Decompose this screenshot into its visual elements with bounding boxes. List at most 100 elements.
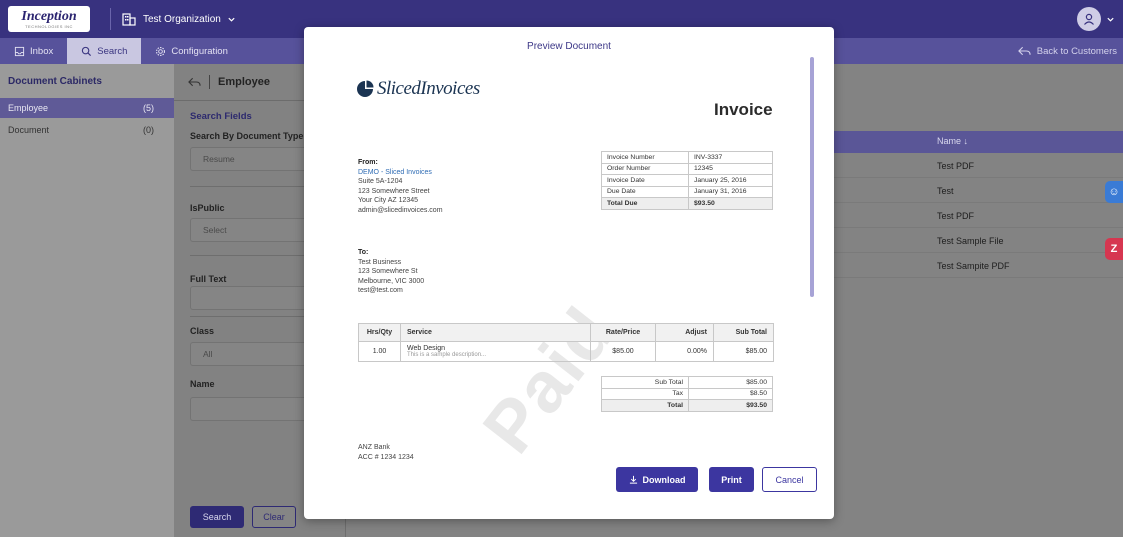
- meta-label: Invoice Number: [601, 151, 689, 164]
- meta-value: INV-3337: [688, 151, 773, 164]
- full-text-label: Full Text: [190, 274, 227, 284]
- bank-name: ANZ Bank: [358, 444, 390, 451]
- download-label: Download: [642, 474, 686, 485]
- brand-logo: SlicedInvoices: [356, 78, 480, 100]
- from-email: admin@slicedinvoices.com: [358, 206, 443, 214]
- line-items-table: Hrs/Qty Service Rate/Price Adjust Sub To…: [358, 323, 774, 362]
- invoice-meta-table: Invoice Number INV-3337 Order Number 12345…: [601, 151, 773, 210]
- table-cell-name: Test PDF: [937, 161, 975, 171]
- from-company[interactable]: DEMO - Sliced Invoices: [358, 168, 443, 178]
- totals-label: Tax: [601, 387, 689, 400]
- column-header: Service: [400, 323, 591, 342]
- totals-row: Sub Total $85.00: [601, 376, 773, 389]
- back-to-customers-label: Back to Customers: [1036, 45, 1117, 57]
- print-button[interactable]: Print: [709, 467, 754, 492]
- logo-subtext: TECHNOLOGIES INC: [25, 23, 73, 29]
- sidebar-item-count: (5): [143, 103, 154, 113]
- line-item-row: 1.00 Web Design This is a sample descript…: [358, 341, 774, 362]
- preview-document-modal: Preview Document Paid SlicedInvoices Inv…: [304, 27, 834, 519]
- user-menu[interactable]: [1077, 7, 1115, 31]
- totals-value: $85.00: [688, 376, 773, 389]
- to-line: Test Business: [358, 258, 402, 266]
- invoice-heading: Invoice: [714, 100, 773, 119]
- organization-name: Test Organization: [143, 13, 221, 25]
- column-header: Rate/Price: [590, 323, 656, 342]
- item-service-name: Web Design: [407, 345, 446, 352]
- meta-label: Order Number: [601, 162, 689, 175]
- chevron-down-icon: [1107, 17, 1114, 22]
- item-adjust: 0.00%: [655, 341, 714, 362]
- totals-label: Total: [601, 399, 689, 412]
- to-line: Melbourne, VIC 3000: [358, 277, 425, 285]
- download-button[interactable]: Download: [616, 467, 698, 492]
- meta-value: 12345: [688, 162, 773, 175]
- totals-row: Total $93.50: [601, 399, 773, 412]
- item-service: Web Design This is a sample description..…: [400, 341, 591, 362]
- totals-value: $93.50: [688, 399, 773, 412]
- totals-row: Tax $8.50: [601, 387, 773, 400]
- app-logo[interactable]: Inception TECHNOLOGIES INC: [8, 6, 90, 32]
- tab-search[interactable]: Search: [67, 38, 142, 64]
- meta-label: Total Due: [601, 197, 689, 210]
- meta-row: Total Due $93.50: [601, 197, 773, 210]
- user-icon[interactable]: [1077, 7, 1101, 31]
- meta-value: January 31, 2016: [688, 185, 773, 198]
- from-line: 123 Somewhere Street: [358, 187, 430, 195]
- brand-name: SlicedInvoices: [377, 78, 480, 99]
- back-arrow-icon: [1017, 46, 1031, 56]
- assistant-icon[interactable]: ☺: [1105, 181, 1123, 203]
- meta-row: Invoice Number INV-3337: [601, 151, 773, 164]
- ispublic-value: Select: [203, 225, 227, 235]
- search-button[interactable]: Search: [190, 506, 244, 528]
- from-address: From: DEMO - Sliced Invoices Suite 5A-12…: [358, 158, 443, 215]
- bank-account: ACC # 1234 1234: [358, 453, 414, 461]
- column-header: Adjust: [655, 323, 714, 342]
- totals-table: Sub Total $85.00 Tax $8.50 Total $93.50: [601, 376, 773, 412]
- panel-title: Employee: [218, 76, 270, 88]
- gear-icon: [156, 46, 166, 56]
- item-description: This is a sample description...: [407, 352, 487, 358]
- logo-text: Inception: [21, 8, 77, 24]
- tab-inbox[interactable]: Inbox: [0, 38, 67, 64]
- name-column-header[interactable]: Name ↓: [937, 136, 968, 146]
- back-to-customers-link[interactable]: Back to Customers: [1017, 38, 1117, 64]
- search-fields-title: Search Fields: [190, 111, 252, 122]
- invoice-document: Paid SlicedInvoices Invoice From: DEMO -…: [304, 27, 834, 519]
- line-items-header: Hrs/Qty Service Rate/Price Adjust Sub To…: [358, 323, 774, 342]
- bank-details: ANZ Bank ACC # 1234 1234: [358, 443, 414, 462]
- chevron-down-icon: [228, 17, 235, 22]
- search-by-doc-type-label: Search By Document Type: [190, 131, 304, 141]
- meta-row: Invoice Date January 25, 2016: [601, 174, 773, 187]
- tab-inbox-label: Inbox: [30, 45, 54, 57]
- pie-logo-icon: [357, 80, 374, 97]
- document-cabinets-sidebar: Document Cabinets Employee (5) Document …: [0, 64, 174, 537]
- to-heading: To:: [358, 249, 369, 256]
- meta-label: Due Date: [601, 185, 689, 198]
- table-cell-name: Test Sampite PDF: [937, 261, 1010, 271]
- sidebar-item-employee[interactable]: Employee (5): [0, 98, 174, 118]
- tab-configuration[interactable]: Configuration: [141, 38, 242, 64]
- totals-value: $8.50: [688, 387, 773, 400]
- clear-button[interactable]: Clear: [252, 506, 296, 528]
- divider: [209, 75, 210, 89]
- sidebar-title: Document Cabinets: [8, 76, 102, 87]
- meta-value: January 25, 2016: [688, 174, 773, 187]
- back-icon[interactable]: [188, 77, 201, 87]
- class-value: All: [203, 349, 213, 359]
- to-address: To: Test Business 123 Somewhere St Melbo…: [358, 248, 424, 296]
- download-icon: [629, 475, 637, 484]
- item-rate: $85.00: [590, 341, 656, 362]
- panel-header: Employee: [188, 75, 270, 89]
- column-header: Sub Total: [713, 323, 774, 342]
- tab-search-label: Search: [97, 45, 128, 57]
- document-type-value: Resume: [203, 154, 235, 164]
- ispublic-label: IsPublic: [190, 203, 225, 213]
- meta-value: $93.50: [688, 197, 773, 210]
- organization-selector[interactable]: Test Organization: [121, 11, 236, 27]
- from-line: Your City AZ 12345: [358, 197, 419, 204]
- cancel-button[interactable]: Cancel: [762, 467, 817, 492]
- item-qty: 1.00: [358, 341, 401, 362]
- column-header: Hrs/Qty: [358, 323, 401, 342]
- zoho-icon[interactable]: Z: [1105, 238, 1123, 260]
- sidebar-item-document[interactable]: Document (0): [0, 120, 174, 140]
